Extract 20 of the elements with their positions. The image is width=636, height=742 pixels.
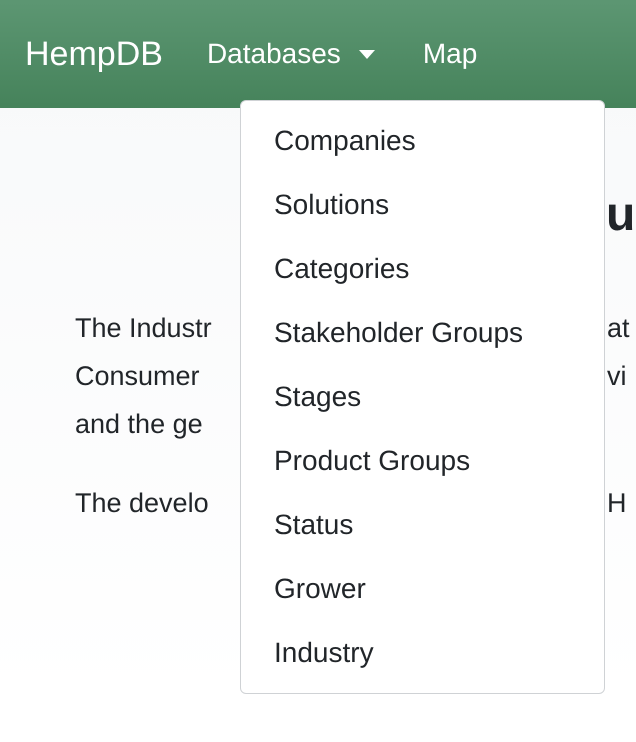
dropdown-item[interactable]: Solutions: [241, 173, 604, 237]
page-heading: u: [605, 187, 636, 243]
nav-link[interactable]: Map: [422, 38, 478, 70]
dropdown-item[interactable]: Industry: [241, 621, 604, 685]
paragraph-text: The Industr: [75, 312, 213, 345]
paragraph-text: at: [606, 312, 631, 345]
paragraph-text: and the ge: [75, 408, 204, 441]
dropdown-item[interactable]: Status: [241, 493, 604, 557]
paragraph-text: H: [606, 487, 628, 520]
dropdown-item[interactable]: Categories: [241, 237, 604, 301]
dropdown-item[interactable]: Stakeholder Groups: [241, 301, 604, 365]
paragraph-text: vi: [606, 360, 628, 393]
paragraph-text: The develo: [75, 487, 210, 520]
brand-link[interactable]: HempDB: [25, 34, 163, 74]
nav-link[interactable]: Databases: [206, 38, 375, 70]
dropdown-item[interactable]: Stages: [241, 365, 604, 429]
paragraph-text: Consumer: [75, 360, 201, 393]
dropdown-item[interactable]: Product Groups: [241, 429, 604, 493]
dropdown-item[interactable]: Companies: [241, 109, 604, 173]
dropdown-item[interactable]: Grower: [241, 557, 604, 621]
